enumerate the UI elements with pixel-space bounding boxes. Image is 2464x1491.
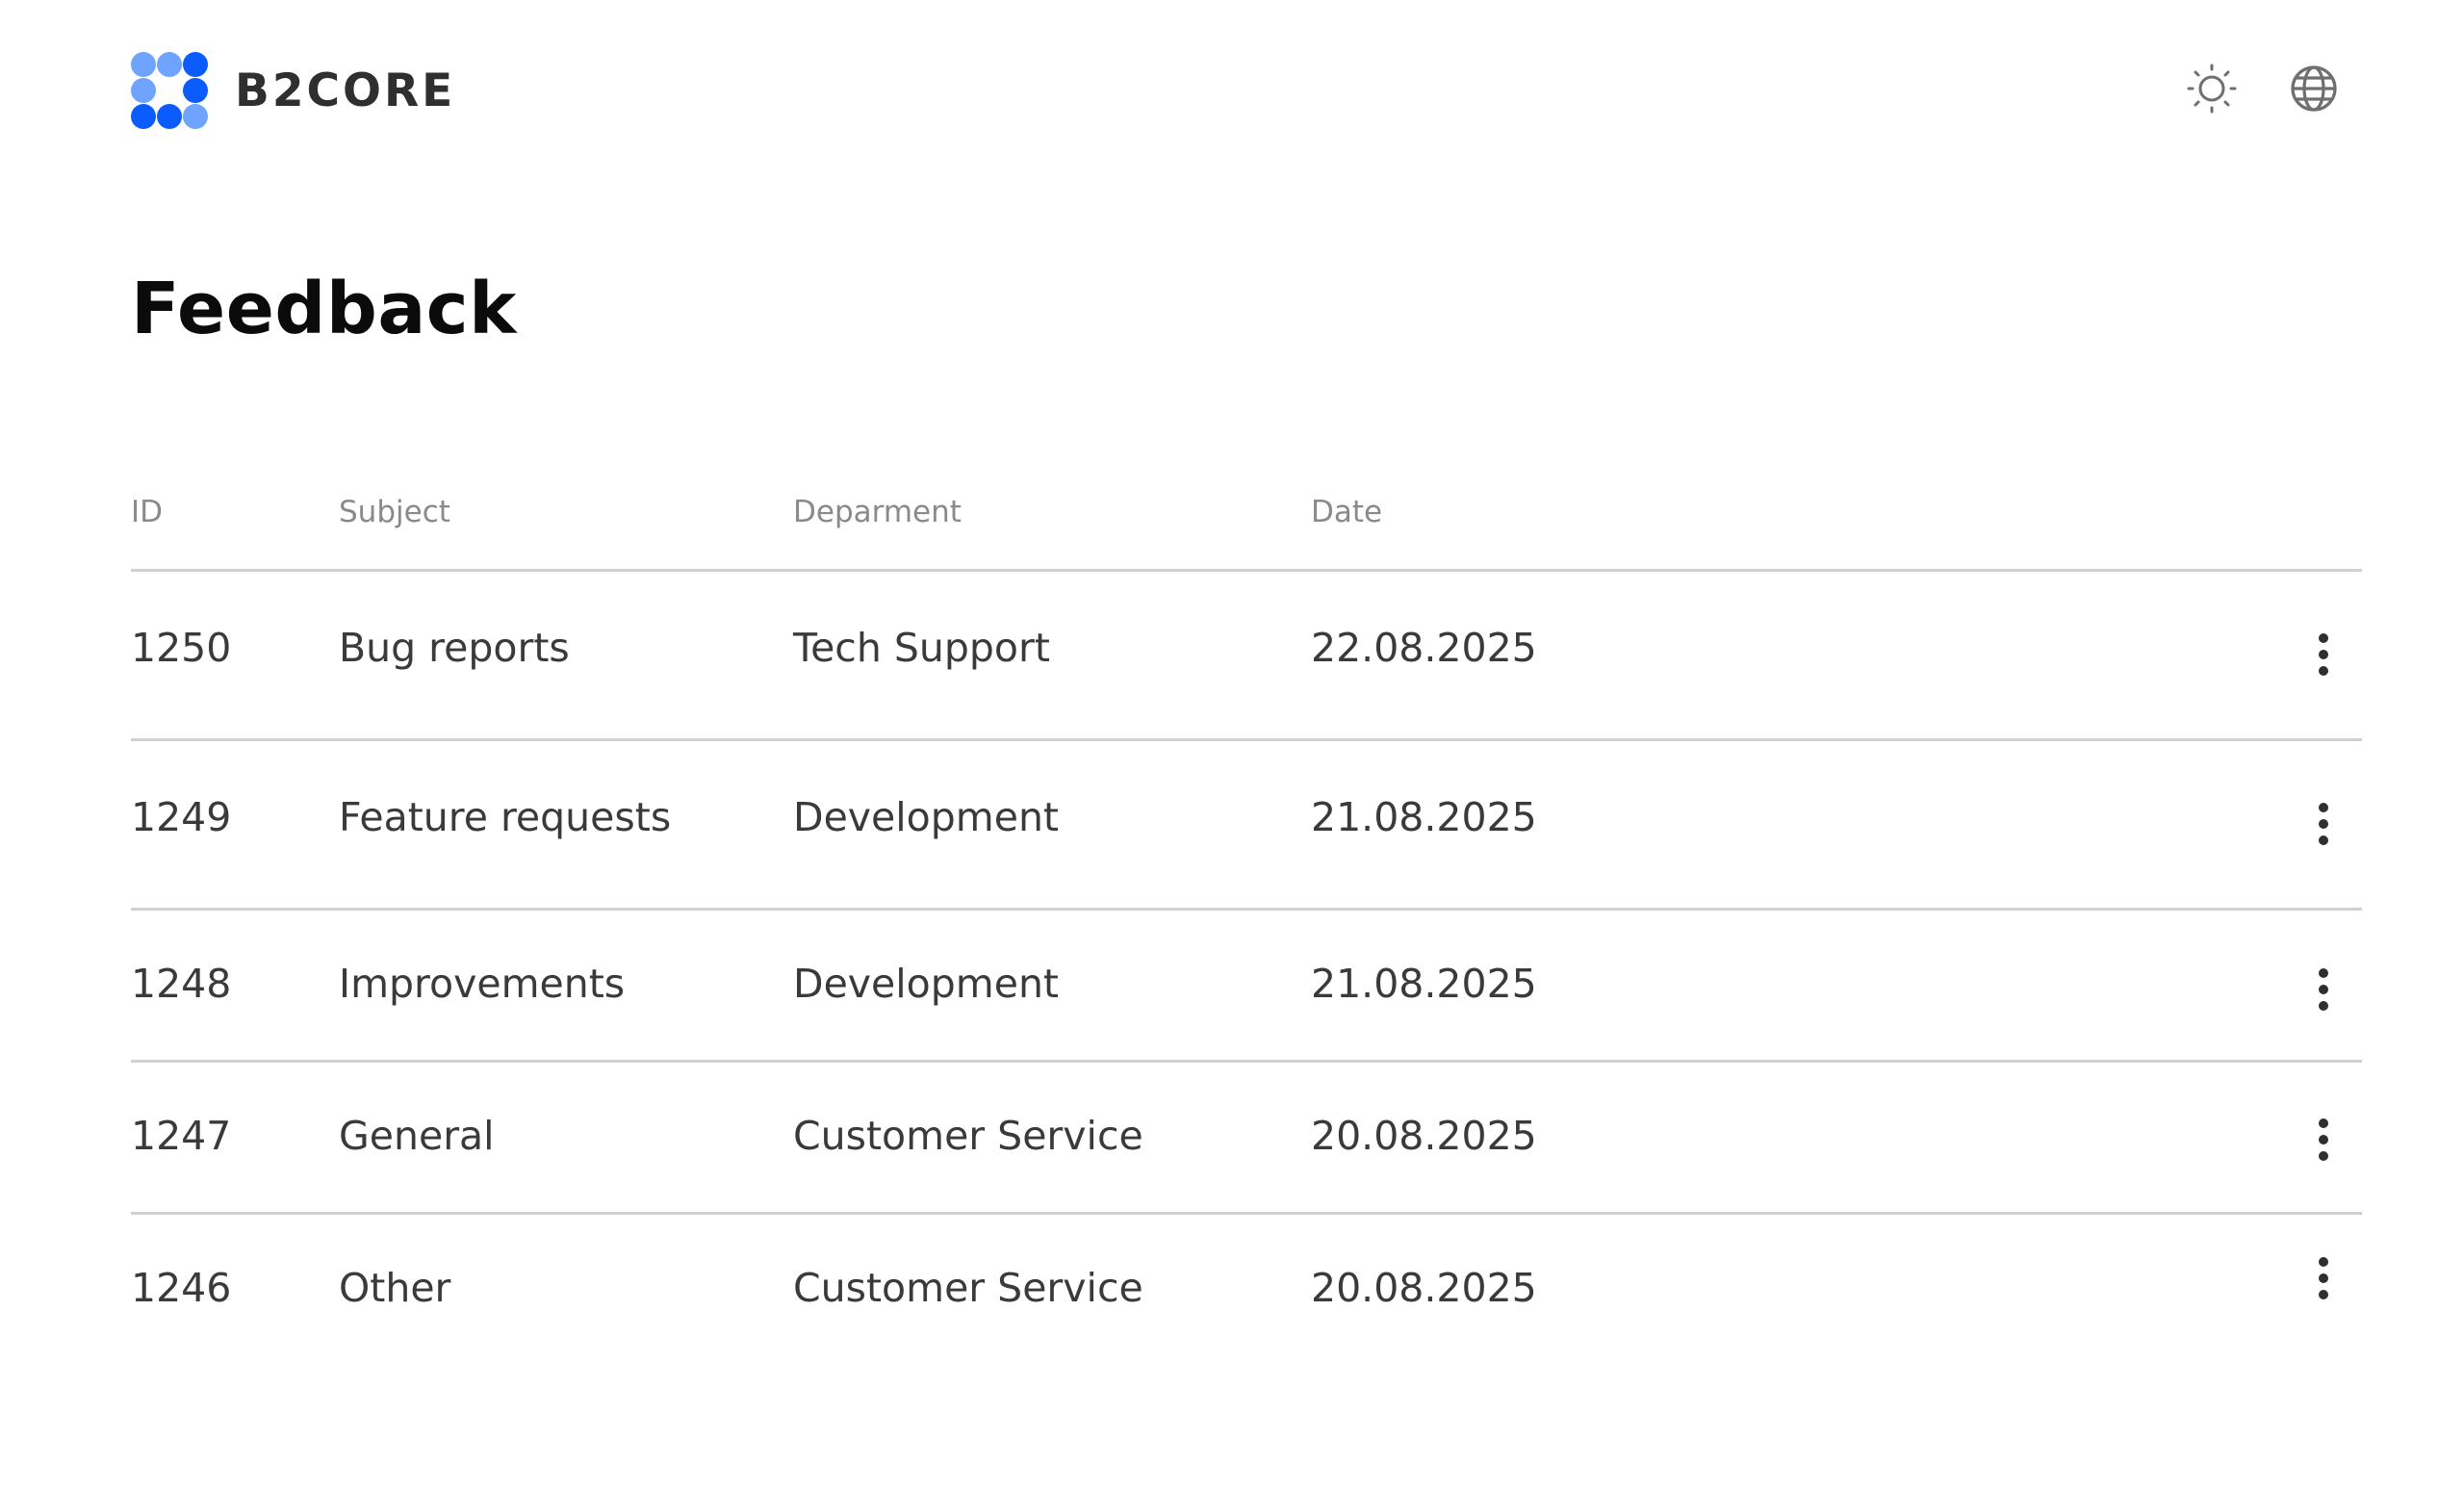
column-header-department: Deparment <box>793 495 962 529</box>
row-date: 20.08.2025 <box>1311 1113 1537 1159</box>
row-department: Customer Service <box>793 1265 1143 1311</box>
page-title: Feedback <box>131 268 517 350</box>
row-subject: Bug reports <box>339 625 570 671</box>
brand-logo[interactable]: B2CORE <box>131 52 455 129</box>
row-department: Development <box>793 794 1060 840</box>
row-actions-button[interactable] <box>2304 1249 2343 1307</box>
app-header: B2CORE <box>0 0 2464 183</box>
row-date: 21.08.2025 <box>1311 794 1537 840</box>
row-subject: Improvements <box>339 961 626 1007</box>
more-vertical-icon <box>2319 968 2328 978</box>
row-id: 1247 <box>131 1113 232 1159</box>
theme-toggle-button[interactable] <box>2185 62 2239 116</box>
more-vertical-icon <box>2319 633 2328 643</box>
brand-name: B2CORE <box>235 64 456 117</box>
sun-icon <box>2187 64 2237 114</box>
more-vertical-icon <box>2319 1118 2328 1128</box>
row-subject: Other <box>339 1265 451 1311</box>
row-department: Development <box>793 961 1060 1007</box>
table-row[interactable]: 1249 Feature requests Development 21.08.… <box>131 741 2362 911</box>
row-actions-button[interactable] <box>2304 961 2343 1018</box>
globe-icon <box>2291 65 2337 112</box>
row-id: 1246 <box>131 1265 232 1311</box>
feedback-table: ID Subject Deparment Date 1250 Bug repor… <box>131 472 2362 1367</box>
row-id: 1249 <box>131 794 232 840</box>
column-header-id: ID <box>131 495 164 529</box>
row-actions-button[interactable] <box>2304 626 2343 683</box>
row-subject: Feature requests <box>339 794 672 840</box>
table-row[interactable]: 1248 Improvements Development 21.08.2025 <box>131 911 2362 1063</box>
header-actions <box>2185 62 2341 116</box>
language-button[interactable] <box>2287 62 2341 116</box>
row-department: Tech Support <box>793 625 1050 671</box>
row-actions-button[interactable] <box>2304 795 2343 853</box>
column-header-date: Date <box>1311 495 1383 529</box>
table-row[interactable]: 1250 Bug reports Tech Support 22.08.2025 <box>131 572 2362 741</box>
table-row[interactable]: 1247 General Customer Service 20.08.2025 <box>131 1063 2362 1215</box>
more-vertical-icon <box>2319 803 2328 812</box>
row-subject: General <box>339 1113 495 1159</box>
row-date: 22.08.2025 <box>1311 625 1537 671</box>
row-id: 1248 <box>131 961 232 1007</box>
column-header-subject: Subject <box>339 495 450 529</box>
row-actions-button[interactable] <box>2304 1111 2343 1169</box>
row-date: 21.08.2025 <box>1311 961 1537 1007</box>
row-id: 1250 <box>131 625 232 671</box>
table-header: ID Subject Deparment Date <box>131 472 2362 572</box>
b2core-logo-icon <box>131 52 208 129</box>
row-date: 20.08.2025 <box>1311 1265 1537 1311</box>
more-vertical-icon <box>2319 1257 2328 1267</box>
row-department: Customer Service <box>793 1113 1143 1159</box>
table-row[interactable]: 1246 Other Customer Service 20.08.2025 <box>131 1215 2362 1367</box>
